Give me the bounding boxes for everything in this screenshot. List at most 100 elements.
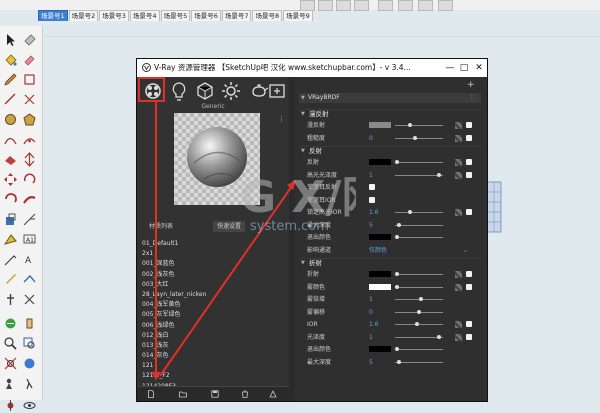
- slider-knob[interactable]: [395, 272, 399, 276]
- section-header[interactable]: ▼ 反射: [299, 146, 481, 156]
- property-value-field[interactable]: 5: [369, 358, 373, 367]
- slider-knob[interactable]: [412, 135, 417, 140]
- pan-icon[interactable]: A: [22, 252, 37, 267]
- checkbox[interactable]: [466, 271, 472, 277]
- checkbox[interactable]: [466, 171, 472, 178]
- list-item[interactable]: 2x1: [137, 249, 289, 259]
- list-item[interactable]: 013_浅灰: [137, 341, 289, 351]
- tab-scene-1[interactable]: 场景号1: [38, 10, 68, 21]
- orbit-icon[interactable]: [3, 252, 18, 267]
- circle-icon[interactable]: [3, 92, 18, 107]
- property-slider[interactable]: [395, 297, 443, 301]
- lights-tab-icon[interactable]: [167, 79, 191, 103]
- list-item[interactable]: 01_Default1: [137, 239, 289, 249]
- preview-menu-icon[interactable]: ⋮: [278, 115, 285, 123]
- eraser-pink-icon[interactable]: [22, 52, 37, 67]
- text-icon[interactable]: [22, 192, 37, 207]
- tab-scene-4[interactable]: 场景号4: [129, 10, 160, 21]
- arc-icon[interactable]: [3, 112, 18, 127]
- list-item[interactable]: 004_浅军黄色: [137, 300, 289, 310]
- checkbox[interactable]: [466, 134, 472, 141]
- polygon-icon[interactable]: [22, 92, 37, 107]
- slider-knob[interactable]: [408, 123, 413, 127]
- render-frame-icon[interactable]: [265, 79, 289, 103]
- property-slider[interactable]: [395, 222, 443, 227]
- rotate-icon[interactable]: [3, 172, 18, 187]
- arc2-icon[interactable]: [22, 112, 37, 127]
- slider-knob[interactable]: [419, 297, 424, 301]
- property-slider[interactable]: [395, 272, 443, 276]
- checkbox[interactable]: [466, 122, 472, 128]
- purge-icon[interactable]: [269, 390, 277, 398]
- property-value-field[interactable]: 1: [369, 333, 373, 342]
- zoom-extents-icon[interactable]: [3, 356, 18, 371]
- new-file-icon[interactable]: [147, 390, 155, 398]
- list-item[interactable]: 003_大红: [137, 280, 289, 290]
- property-value-field[interactable]: 1: [369, 171, 373, 180]
- tab-scene-7[interactable]: 场景号7: [221, 10, 252, 21]
- list-item[interactable]: 005_灰军绿色: [137, 310, 289, 320]
- property-value-field[interactable]: 0: [369, 308, 373, 317]
- eraser-icon[interactable]: [22, 32, 37, 47]
- color-swatch[interactable]: [369, 283, 391, 290]
- color-swatch[interactable]: [369, 122, 391, 128]
- scale-icon[interactable]: [3, 152, 18, 167]
- slider-knob[interactable]: [436, 334, 441, 339]
- property-slider[interactable]: [395, 347, 443, 351]
- toolbar-button[interactable]: [354, 0, 369, 11]
- list-item[interactable]: 006_浅绿色: [137, 321, 289, 331]
- zoom-icon[interactable]: [3, 336, 18, 351]
- list-item[interactable]: 012_浅白: [137, 331, 289, 341]
- slider-knob[interactable]: [408, 210, 413, 214]
- property-slider[interactable]: [395, 309, 443, 314]
- section-icon[interactable]: [3, 232, 18, 247]
- maximize-button[interactable]: □: [457, 59, 471, 77]
- toolbar-button[interactable]: [318, 0, 333, 11]
- minimize-button[interactable]: —: [443, 59, 457, 77]
- property-slider[interactable]: [395, 172, 443, 177]
- property-value-field[interactable]: 5: [369, 221, 373, 230]
- property-slider[interactable]: [395, 123, 443, 127]
- slider-knob[interactable]: [395, 160, 399, 164]
- checkbox[interactable]: [466, 321, 472, 327]
- tab-scene-6[interactable]: 场景号6: [191, 10, 221, 21]
- texture-map-icon[interactable]: [455, 159, 462, 166]
- axes-icon[interactable]: [22, 212, 37, 227]
- texture-map-icon[interactable]: [455, 321, 462, 328]
- property-slider[interactable]: [395, 210, 443, 214]
- slider-knob[interactable]: [397, 359, 402, 364]
- cursor-icon[interactable]: [3, 32, 18, 47]
- color-swatch[interactable]: [369, 271, 391, 277]
- slider-knob[interactable]: [395, 347, 399, 351]
- collapse-arrow-icon[interactable]: ▼: [301, 147, 305, 156]
- checkbox[interactable]: [466, 333, 472, 340]
- checkbox[interactable]: [369, 196, 375, 203]
- tab-scene-9[interactable]: 场景号9: [283, 10, 313, 21]
- property-slider[interactable]: [395, 334, 443, 339]
- toolbar-button[interactable]: [378, 0, 393, 11]
- orbit-icon[interactable]: [3, 316, 18, 331]
- pencil-icon[interactable]: [3, 72, 18, 87]
- property-value-field[interactable]: 0: [369, 134, 373, 143]
- brdf-menu-icon[interactable]: ⋮: [469, 93, 475, 103]
- texture-map-icon[interactable]: [455, 122, 462, 129]
- brdf-header[interactable]: ▼ VRayBRDF ⋮: [299, 93, 481, 103]
- toolbar-button[interactable]: [398, 0, 413, 11]
- property-slider[interactable]: [395, 160, 443, 164]
- dimension-icon[interactable]: A1: [22, 232, 37, 247]
- property-slider[interactable]: [395, 135, 443, 140]
- window-title-bar[interactable]: V-Ray 资源管理器 【SketchUp吧 汉化 www.sketchupba…: [137, 59, 487, 77]
- slider-knob[interactable]: [414, 322, 419, 326]
- toolbar-button[interactable]: [438, 0, 453, 11]
- save-icon[interactable]: [211, 390, 219, 398]
- collapse-arrow-icon[interactable]: ▼: [301, 259, 305, 268]
- chevron-down-icon[interactable]: ⌄: [463, 246, 468, 255]
- look-around-icon[interactable]: [22, 292, 37, 307]
- property-slider[interactable]: [395, 284, 443, 289]
- line-icon[interactable]: [22, 72, 37, 87]
- position-camera-icon[interactable]: [3, 376, 18, 391]
- texture-map-icon[interactable]: [455, 171, 462, 179]
- checkbox[interactable]: [466, 283, 472, 290]
- geometry-tab-icon[interactable]: [193, 79, 217, 103]
- zoom-icon[interactable]: [3, 272, 18, 287]
